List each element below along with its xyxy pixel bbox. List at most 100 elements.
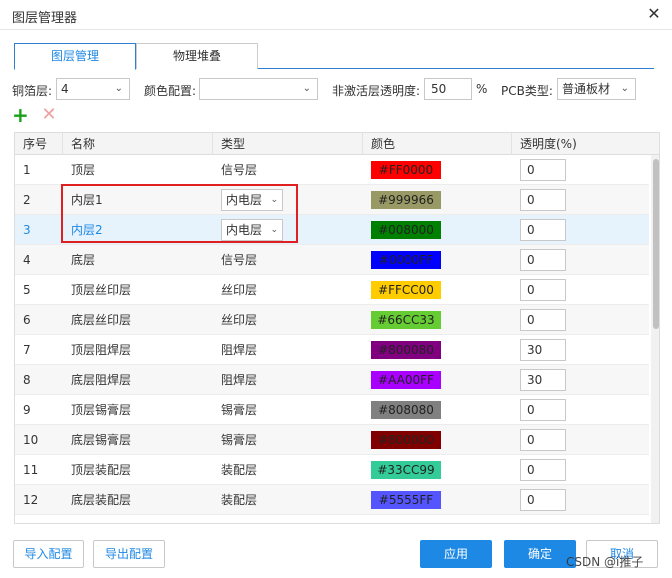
table-row[interactable]: 11 顶层装配层 装配层 #33CC99 0 — [15, 455, 649, 485]
layer-name[interactable]: 底层 — [63, 245, 213, 275]
inactive-opacity-label: 非激活层透明度: — [332, 84, 421, 98]
chevron-down-icon: ⌄ — [270, 225, 278, 235]
opacity-input[interactable]: 0 — [520, 159, 566, 181]
opacity-input[interactable]: 30 — [520, 339, 566, 361]
layer-color-swatch[interactable]: #800000 — [371, 431, 441, 449]
opacity-input[interactable]: 0 — [520, 219, 566, 241]
layer-name[interactable]: 底层锡膏层 — [63, 425, 213, 455]
table-row[interactable]: 2 内层1 内电层 ⌄ #999966 0 — [15, 185, 649, 215]
layer-color-swatch[interactable]: #5555FF — [371, 491, 441, 509]
layer-type: 装配层 — [221, 463, 258, 477]
row-index: 3 — [23, 223, 31, 237]
table-row[interactable]: 10 底层锡膏层 锡膏层 #800000 0 — [15, 425, 649, 455]
layer-color-swatch[interactable]: #800080 — [371, 341, 441, 359]
vertical-scrollbar[interactable] — [651, 155, 659, 523]
x-icon[interactable]: ✕ — [41, 106, 57, 125]
layer-type: 阻焊层 — [221, 343, 258, 357]
row-index: 6 — [23, 313, 31, 327]
table-header: 序号 名称 类型 颜色 透明度(%) — [15, 133, 659, 155]
layer-color-swatch[interactable]: #66CC33 — [371, 311, 441, 329]
apply-button[interactable]: 应用 — [420, 540, 492, 568]
table-row[interactable]: 1 顶层 信号层 #FF0000 0 — [15, 155, 649, 185]
row-index: 8 — [23, 373, 31, 387]
import-config-button[interactable]: 导入配置 — [13, 540, 84, 568]
row-index: 5 — [23, 283, 31, 297]
layer-color-swatch[interactable]: #FFCC00 — [371, 281, 441, 299]
layer-color-swatch[interactable]: #FF0000 — [371, 161, 441, 179]
table-row[interactable]: 6 底层丝印层 丝印层 #66CC33 0 — [15, 305, 649, 335]
export-config-button[interactable]: 导出配置 — [93, 540, 165, 568]
column-header-type: 类型 — [213, 133, 363, 155]
opacity-input[interactable]: 0 — [520, 309, 566, 331]
pcb-type-select[interactable]: 普通板材 ⌄ — [557, 78, 636, 100]
chevron-down-icon: ⌄ — [270, 195, 278, 205]
table-row[interactable]: 12 底层装配层 装配层 #5555FF 0 — [15, 485, 649, 515]
column-header-index: 序号 — [15, 133, 63, 155]
copper-layers-label: 铜箔层: — [12, 84, 53, 98]
table-row[interactable]: 3 内层2 内电层 ⌄ #008000 0 — [15, 215, 649, 245]
plus-icon[interactable]: + — [12, 105, 29, 125]
layer-name[interactable]: 顶层丝印层 — [63, 275, 213, 305]
layer-color-swatch[interactable]: #008000 — [371, 221, 441, 239]
layer-name[interactable]: 底层阻焊层 — [63, 365, 213, 395]
layer-type: 阻焊层 — [221, 373, 258, 387]
table-row[interactable]: 4 底层 信号层 #0000FF 0 — [15, 245, 649, 275]
table-row[interactable]: 5 顶层丝印层 丝印层 #FFCC00 0 — [15, 275, 649, 305]
tab-layer-management[interactable]: 图层管理 — [14, 43, 136, 70]
layer-color-swatch[interactable]: #808080 — [371, 401, 441, 419]
chevron-down-icon: ⌄ — [114, 83, 123, 94]
layer-name[interactable]: 顶层阻焊层 — [63, 335, 213, 365]
opacity-input[interactable]: 0 — [520, 279, 566, 301]
inactive-opacity-input[interactable]: 50 — [424, 78, 472, 100]
layer-name[interactable]: 底层丝印层 — [63, 305, 213, 335]
layer-color-swatch[interactable]: #999966 — [371, 191, 441, 209]
opacity-input[interactable]: 0 — [520, 489, 566, 511]
layer-type: 装配层 — [221, 493, 258, 507]
tab-bar: 图层管理 物理堆叠 — [14, 43, 654, 70]
scrollbar-thumb[interactable] — [653, 159, 659, 329]
opacity-input[interactable]: 0 — [520, 459, 566, 481]
window-title: 图层管理器 — [12, 11, 78, 26]
layer-type: 锡膏层 — [221, 403, 258, 417]
table-row[interactable]: 9 顶层锡膏层 锡膏层 #808080 0 — [15, 395, 649, 425]
copper-layers-select[interactable]: 4 ⌄ — [56, 78, 130, 100]
copper-layers-value: 4 — [61, 82, 69, 96]
layer-name[interactable]: 顶层锡膏层 — [63, 395, 213, 425]
layer-name[interactable]: 顶层装配层 — [63, 455, 213, 485]
layer-color-swatch[interactable]: #0000FF — [371, 251, 441, 269]
color-config-label: 颜色配置: — [144, 84, 197, 98]
layer-color-swatch[interactable]: #33CC99 — [371, 461, 441, 479]
title-bar: 图层管理器 ✕ — [0, 0, 672, 30]
layer-name[interactable]: 内层2 — [63, 215, 213, 245]
opacity-input[interactable]: 0 — [520, 189, 566, 211]
row-index: 4 — [23, 253, 31, 267]
opacity-input[interactable]: 0 — [520, 249, 566, 271]
opacity-input[interactable]: 30 — [520, 369, 566, 391]
opacity-input[interactable]: 0 — [520, 429, 566, 451]
opacity-input[interactable]: 0 — [520, 399, 566, 421]
table-row[interactable]: 8 底层阻焊层 阻焊层 #AA00FF 30 — [15, 365, 649, 395]
close-icon[interactable]: ✕ — [644, 4, 664, 24]
layer-name[interactable]: 顶层 — [63, 155, 213, 185]
column-header-name: 名称 — [63, 133, 213, 155]
color-config-select[interactable]: ⌄ — [199, 78, 318, 100]
row-index: 12 — [23, 493, 39, 507]
table-row[interactable]: 7 顶层阻焊层 阻焊层 #800080 30 — [15, 335, 649, 365]
row-index: 1 — [23, 163, 31, 177]
chevron-down-icon: ⌄ — [302, 83, 311, 94]
layer-name[interactable]: 底层装配层 — [63, 485, 213, 515]
layer-type: 丝印层 — [221, 283, 258, 297]
tab-physical-stackup[interactable]: 物理堆叠 — [136, 43, 258, 69]
layer-type-select[interactable]: 内电层 ⌄ — [221, 219, 283, 241]
column-header-color: 颜色 — [363, 133, 512, 155]
layer-type: 锡膏层 — [221, 433, 258, 447]
pcb-type-value: 普通板材 — [562, 82, 611, 96]
layer-type: 信号层 — [221, 253, 258, 267]
pcb-type-label: PCB类型: — [501, 84, 553, 98]
layer-type: 丝印层 — [221, 313, 258, 327]
layer-type-select[interactable]: 内电层 ⌄ — [221, 189, 283, 211]
watermark: CSDN @i推子 — [566, 555, 644, 569]
row-index: 10 — [23, 433, 39, 447]
layer-name[interactable]: 内层1 — [63, 185, 213, 215]
layer-color-swatch[interactable]: #AA00FF — [371, 371, 441, 389]
